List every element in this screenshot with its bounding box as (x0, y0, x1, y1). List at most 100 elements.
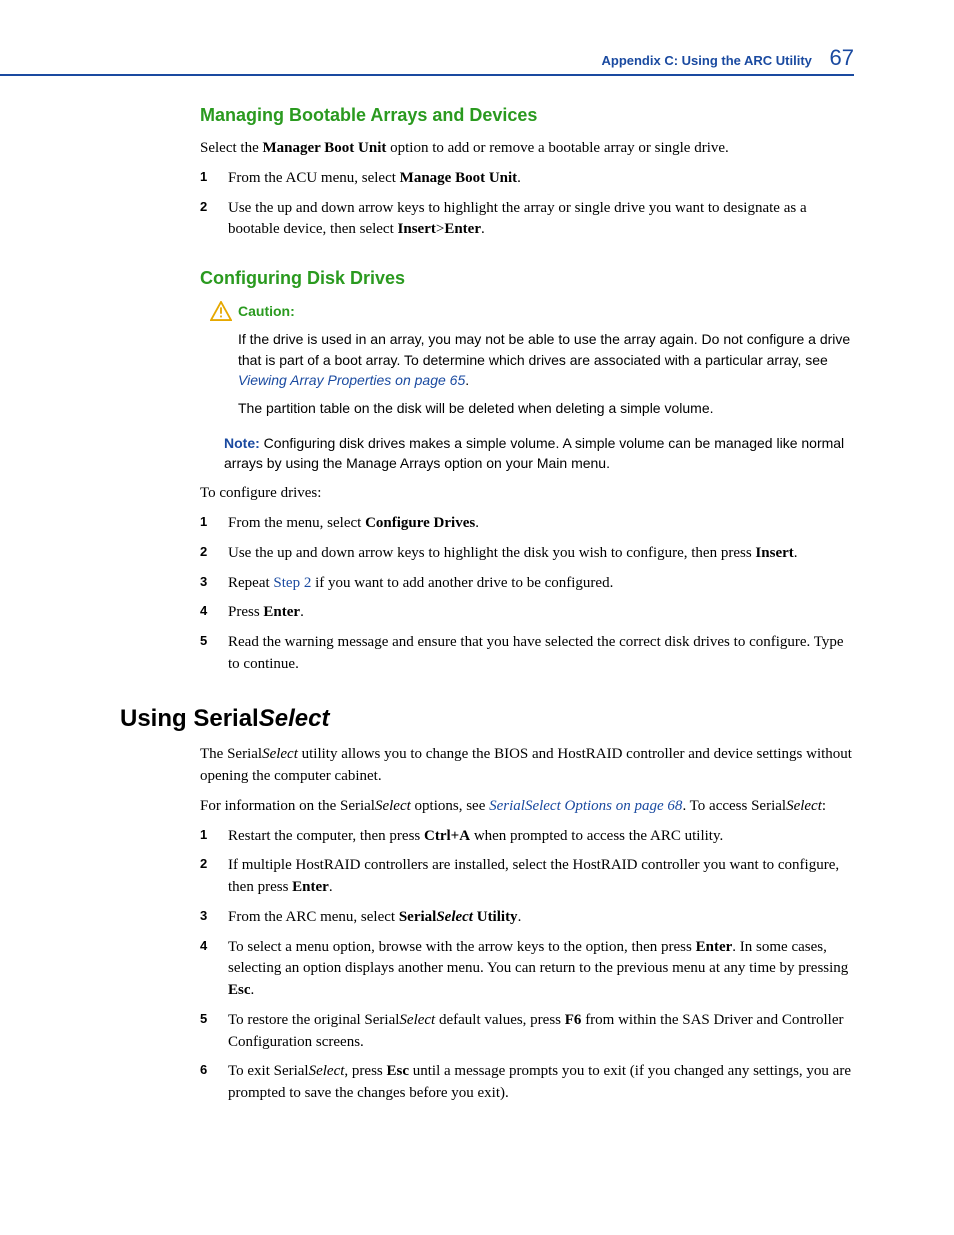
caution-body: If the drive is used in an array, you ma… (238, 329, 854, 390)
step-number: 2 (200, 543, 228, 565)
text-bold: Enter (444, 221, 481, 237)
step-number: 5 (200, 1010, 228, 1054)
text: . (517, 170, 521, 186)
text-ital: Select (309, 1063, 345, 1079)
header-title: Appendix C: Using the ARC Utility (601, 53, 811, 68)
list-item: 5Read the warning message and ensure tha… (200, 632, 854, 676)
caution-label: Caution: (238, 301, 295, 321)
text: Utility (473, 909, 518, 925)
text: . (518, 909, 522, 925)
step-number: 2 (200, 198, 228, 242)
text: Press (228, 604, 263, 620)
text-ital: Select (399, 1012, 435, 1028)
heading-managing-bootable: Managing Bootable Arrays and Devices (200, 102, 854, 128)
text-bold: Insert (755, 545, 793, 561)
text-ital: Select (259, 705, 330, 732)
text: Select the (200, 140, 262, 156)
text: . (251, 982, 255, 998)
link-suffix[interactable]: on page 68 (612, 798, 682, 814)
text: Read the warning message and ensure that… (228, 634, 844, 672)
step-number: 3 (200, 907, 228, 929)
text: To restore the original Serial (228, 1012, 399, 1028)
page-number: 67 (830, 45, 854, 70)
text: If the drive is used in an array, you ma… (238, 331, 850, 367)
caution-head: Caution: (210, 301, 854, 321)
text: . (300, 604, 304, 620)
text: . (329, 879, 333, 895)
step-number: 1 (200, 513, 228, 535)
text: . (465, 372, 469, 388)
text-bold: Manage Boot Unit (400, 170, 518, 186)
text-bold: Enter (696, 939, 733, 955)
text-bold: Esc (387, 1063, 410, 1079)
step-number: 1 (200, 168, 228, 190)
text: To exit Serial (228, 1063, 309, 1079)
step-number: 2 (200, 855, 228, 899)
list-item: 4Press Enter. (200, 602, 854, 624)
step-text: Use the up and down arrow keys to highli… (228, 543, 854, 565)
step-number: 1 (200, 826, 228, 848)
header-rule (0, 74, 854, 76)
list-item: 4To select a menu option, browse with th… (200, 937, 854, 1002)
text: when prompted to access the ARC utility. (470, 828, 723, 844)
caution-icon (210, 301, 232, 321)
text: : (822, 798, 826, 814)
text-bold: Manager Boot Unit (262, 140, 386, 156)
text: if you want to add another drive to be c… (311, 575, 613, 591)
text-bold: F6 (565, 1012, 582, 1028)
text: From the ARC menu, select (228, 909, 399, 925)
sec1-intro: Select the Manager Boot Unit option to a… (200, 138, 854, 160)
note-text: Configuring disk drives makes a simple v… (224, 435, 844, 471)
text-bold: Configure Drives (365, 515, 475, 531)
step-text: Press Enter. (228, 602, 854, 624)
step-number: 6 (200, 1061, 228, 1105)
text-bold: Enter (292, 879, 329, 895)
link-suffix[interactable]: on page 65 (391, 372, 465, 388)
caution-body: The partition table on the disk will be … (238, 398, 854, 418)
list-item: 6To exit SerialSelect, press Esc until a… (200, 1061, 854, 1105)
list-item: 2Use the up and down arrow keys to highl… (200, 198, 854, 242)
step-text: To select a menu option, browse with the… (228, 937, 854, 1002)
list-item: 1Restart the computer, then press Ctrl+A… (200, 826, 854, 848)
step-text: Restart the computer, then press Ctrl+A … (228, 826, 854, 848)
text: Restart the computer, then press (228, 828, 424, 844)
text: . (481, 221, 485, 237)
text: options, see (411, 798, 489, 814)
page-header: Appendix C: Using the ARC Utility 67 (601, 42, 854, 74)
list-item: 3From the ARC menu, select SerialSelect … (200, 907, 854, 929)
list-item: 1From the ACU menu, select Manage Boot U… (200, 168, 854, 190)
link-viewing-array-properties[interactable]: Viewing Array Properties (238, 372, 391, 388)
list-item: 2Use the up and down arrow keys to highl… (200, 543, 854, 565)
text-bold: Enter (263, 604, 300, 620)
text: Use the up and down arrow keys to highli… (228, 200, 807, 238)
step-number: 5 (200, 632, 228, 676)
sec2-intro: To configure drives: (200, 483, 854, 505)
step-text: Repeat Step 2 if you want to add another… (228, 573, 854, 595)
step-text: If multiple HostRAID controllers are ins… (228, 855, 854, 899)
sec3-info: For information on the SerialSelect opti… (200, 796, 854, 818)
text: From the menu, select (228, 515, 365, 531)
step-text: From the menu, select Configure Drives. (228, 513, 854, 535)
text-ital: Select (436, 909, 473, 925)
sec2-steps: 1From the menu, select Configure Drives.… (200, 513, 854, 676)
list-item: 3Repeat Step 2 if you want to add anothe… (200, 573, 854, 595)
text: option to add or remove a bootable array… (386, 140, 728, 156)
text-bold: Esc (228, 982, 251, 998)
sec3-intro: The SerialSelect utility allows you to c… (200, 744, 854, 788)
text: utility allows you to change the BIOS an… (200, 746, 852, 784)
step-text: From the ARC menu, select SerialSelect U… (228, 907, 854, 929)
text-bold: SerialSelect Utility (399, 909, 518, 925)
content: Managing Bootable Arrays and Devices Sel… (120, 102, 854, 1105)
text: . (475, 515, 479, 531)
link-serialselect-options[interactable]: SerialSelect Options (489, 798, 612, 814)
text: For information on the Serial (200, 798, 375, 814)
list-item: 1From the menu, select Configure Drives. (200, 513, 854, 535)
step-number: 3 (200, 573, 228, 595)
sec1-steps: 1From the ACU menu, select Manage Boot U… (200, 168, 854, 241)
link-step-2[interactable]: Step 2 (273, 575, 311, 591)
text: default values, press (435, 1012, 565, 1028)
text: , press (344, 1063, 386, 1079)
step-text: To restore the original SerialSelect def… (228, 1010, 854, 1054)
note-label: Note: (224, 435, 260, 451)
step-text: From the ACU menu, select Manage Boot Un… (228, 168, 854, 190)
